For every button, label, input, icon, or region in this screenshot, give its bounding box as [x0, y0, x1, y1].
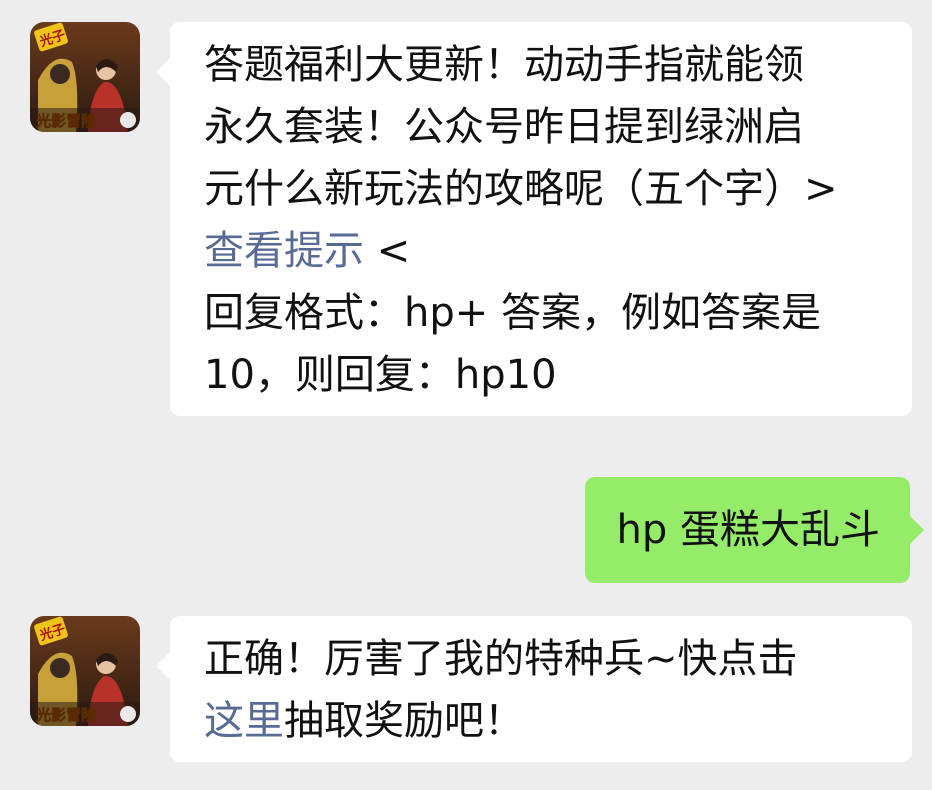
result-line-1: 正确！厉害了我的特种兵~快点击 — [204, 636, 798, 682]
question-line-1: 答题福利大更新！动动手指就能领 — [204, 42, 804, 88]
claim-reward-link[interactable]: 这里 — [204, 698, 284, 744]
icon-banner-text: 光影冒险 — [35, 706, 97, 724]
question-message-bubble: 答题福利大更新！动动手指就能领 永久套装！公众号昨日提到绿洲启 元什么新玩法的攻… — [156, 22, 912, 416]
question-line-6: 10，则回复：hp10 — [204, 352, 557, 398]
icon-banner-text: 光影冒险 — [35, 112, 97, 130]
reply-message-bubble: hp 蛋糕大乱斗 — [584, 477, 925, 583]
game-app-icon: 光子 光影冒险 — [30, 616, 140, 726]
view-hint-link[interactable]: 查看提示 — [204, 228, 364, 274]
hint-line: 查看提示 < — [204, 220, 890, 282]
game-app-icon: 光子 光影冒险 — [30, 22, 140, 132]
sender-avatar[interactable]: 光子 光影冒险 — [30, 616, 140, 726]
sender-avatar[interactable]: 光子 光影冒险 — [30, 22, 140, 132]
hint-suffix: < — [364, 228, 411, 274]
question-line-3: 元什么新玩法的攻略呢（五个字）> — [204, 166, 838, 212]
reply-text: hp 蛋糕大乱斗 — [616, 507, 880, 553]
result-message-bubble: 正确！厉害了我的特种兵~快点击 这里抽取奖励吧！ — [156, 616, 912, 762]
result-line-2: 这里抽取奖励吧！ — [204, 690, 890, 752]
question-line-5: 回复格式：hp+ 答案，例如答案是 — [204, 290, 821, 336]
result-line-2-suffix: 抽取奖励吧！ — [284, 698, 524, 744]
question-line-2: 永久套装！公众号昨日提到绿洲启 — [204, 104, 804, 150]
